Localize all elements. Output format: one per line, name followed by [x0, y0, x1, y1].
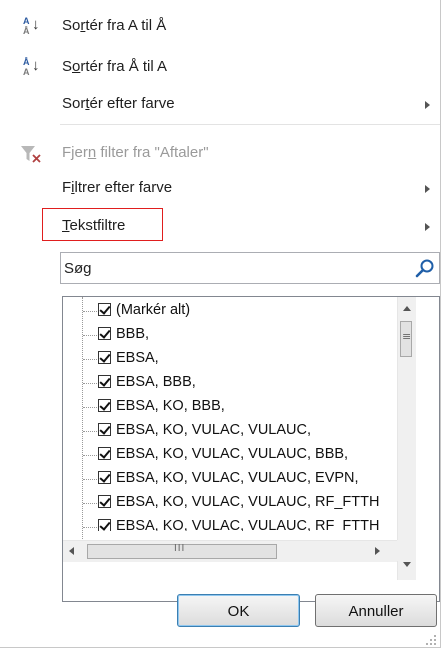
search-input[interactable] [64, 256, 404, 280]
ok-button[interactable]: OK [177, 594, 300, 627]
menu-item-label: Sortér fra A til Å [62, 17, 167, 34]
filter-values-list[interactable]: (Markér alt) BBB, EBSA, EBSA, BBB, EBSA,… [62, 296, 440, 602]
checkbox[interactable] [98, 327, 111, 340]
list-item[interactable]: EBSA, KO, BBB, [63, 395, 403, 419]
list-item[interactable]: (Markér alt) [63, 299, 403, 323]
scroll-right-icon[interactable] [375, 547, 380, 555]
checkbox[interactable] [98, 423, 111, 436]
checkbox[interactable] [98, 447, 111, 460]
scroll-up-icon[interactable] [403, 306, 411, 311]
submenu-arrow-icon [425, 185, 430, 193]
sort-ascending-icon: A Å ↓ [23, 16, 40, 36]
vertical-scrollbar[interactable] [397, 297, 416, 580]
menu-item-label: Fjern filter fra "Aftaler" [62, 144, 209, 161]
submenu-arrow-icon [425, 101, 430, 109]
list-item[interactable]: BBB, [63, 323, 403, 347]
checkbox[interactable] [98, 471, 111, 484]
menu-item-clear-filter: Fjern filter fra "Aftaler" [0, 137, 440, 171]
scroll-down-icon[interactable] [403, 562, 411, 567]
checkbox[interactable] [98, 351, 111, 364]
menu-item-sort-by-color[interactable]: Sortér efter farve [0, 88, 440, 122]
highlight-box [42, 208, 163, 241]
list-item[interactable]: EBSA, KO, VULAC, VULAUC, BBB, [63, 443, 403, 467]
cancel-button[interactable]: Annuller [315, 594, 437, 627]
menu-item-label: Sortér fra Å til A [62, 58, 168, 75]
search-icon[interactable] [414, 258, 436, 280]
menu-item-sort-descending[interactable]: Å A ↓ Sortér fra Å til A [0, 51, 440, 85]
list-item[interactable]: EBSA, KO, VULAC, VULAUC, [63, 419, 403, 443]
search-box[interactable] [60, 252, 440, 284]
menu-item-label: Sortér efter farve [62, 95, 175, 112]
list-item[interactable]: EBSA, KO, VULAC, VULAUC, RF_FTTH [63, 515, 403, 531]
horizontal-scroll-thumb[interactable]: III [87, 543, 277, 559]
clear-filter-icon [21, 146, 41, 163]
menu-item-filter-by-color[interactable]: Filtrer efter farve [0, 172, 440, 206]
filter-dropdown-menu: A Å ↓ Sortér fra A til Å Å A ↓ Sortér fr… [0, 0, 441, 648]
sort-descending-icon: Å A ↓ [23, 57, 40, 77]
submenu-arrow-icon [425, 223, 430, 231]
horizontal-scrollbar[interactable]: III [63, 540, 397, 562]
list-item[interactable]: EBSA, KO, VULAC, VULAUC, EVPN, [63, 467, 403, 491]
list-item[interactable]: EBSA, KO, VULAC, VULAUC, RF_FTTH [63, 491, 403, 515]
resize-grip-icon[interactable] [425, 634, 437, 646]
scrollbar-corner [397, 540, 415, 561]
list-item[interactable]: EBSA, BBB, [63, 371, 403, 395]
menu-separator [60, 124, 440, 125]
list-item[interactable]: EBSA, [63, 347, 403, 371]
checkbox[interactable] [98, 519, 111, 531]
menu-item-label: Filtrer efter farve [62, 179, 173, 196]
vertical-scroll-thumb[interactable] [400, 321, 412, 357]
checkbox[interactable] [98, 375, 111, 388]
checkbox-select-all[interactable] [98, 303, 111, 316]
scroll-left-icon[interactable] [69, 547, 74, 555]
checkbox[interactable] [98, 495, 111, 508]
menu-item-sort-ascending[interactable]: A Å ↓ Sortér fra A til Å [0, 10, 440, 44]
checkbox[interactable] [98, 399, 111, 412]
